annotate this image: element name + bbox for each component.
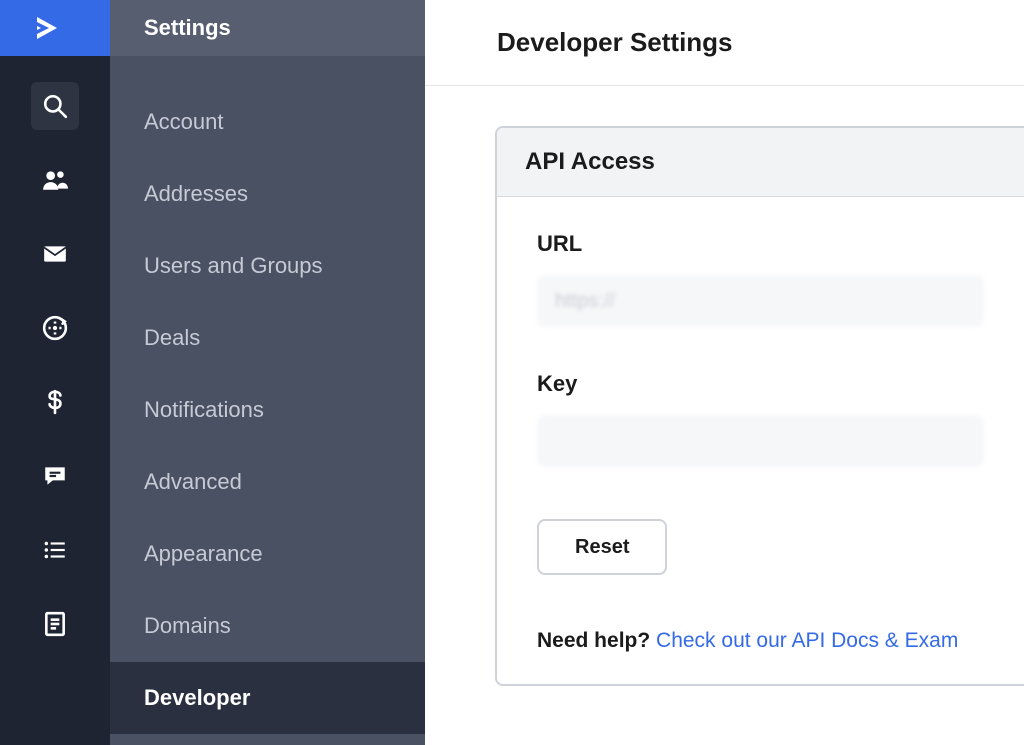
dollar-icon[interactable] [31, 378, 79, 426]
api-key-field[interactable] [537, 415, 984, 467]
help-line: Need help? Check out our API Docs & Exam [537, 629, 984, 653]
api-access-panel: API Access URL https:// Key Reset Need h… [495, 126, 1024, 686]
sidebar-item-account[interactable]: Account [110, 86, 425, 158]
sidebar-item-deals[interactable]: Deals [110, 302, 425, 374]
settings-list: Account Addresses Users and Groups Deals… [110, 56, 425, 734]
api-url-field[interactable]: https:// [537, 275, 984, 327]
panel-title: API Access [497, 128, 1024, 197]
key-label: Key [537, 371, 984, 397]
help-prefix: Need help? [537, 629, 650, 652]
mail-icon[interactable] [31, 230, 79, 278]
icon-rail [0, 0, 110, 745]
settings-sidebar: Settings Account Addresses Users and Gro… [110, 0, 425, 745]
sidebar-item-addresses[interactable]: Addresses [110, 158, 425, 230]
panel-wrap: API Access URL https:// Key Reset Need h… [425, 86, 1024, 686]
page-title: Developer Settings [425, 0, 1024, 86]
settings-title: Settings [144, 15, 231, 41]
contacts-icon[interactable] [31, 156, 79, 204]
sidebar-item-domains[interactable]: Domains [110, 590, 425, 662]
reset-button[interactable]: Reset [537, 519, 667, 575]
panel-body: URL https:// Key Reset Need help? Check … [497, 197, 1024, 653]
list-icon[interactable] [31, 526, 79, 574]
sidebar-item-advanced[interactable]: Advanced [110, 446, 425, 518]
main-content: Developer Settings API Access URL https:… [425, 0, 1024, 745]
url-label: URL [537, 231, 984, 257]
automation-gear-icon[interactable] [31, 304, 79, 352]
brand-logo[interactable] [0, 0, 110, 56]
sidebar-item-appearance[interactable]: Appearance [110, 518, 425, 590]
help-link[interactable]: Check out our API Docs & Exam [656, 629, 958, 652]
chat-icon[interactable] [31, 452, 79, 500]
settings-header: Settings [110, 0, 425, 56]
sidebar-item-users-and-groups[interactable]: Users and Groups [110, 230, 425, 302]
document-icon[interactable] [31, 600, 79, 648]
sidebar-item-notifications[interactable]: Notifications [110, 374, 425, 446]
brand-chevron-icon [35, 13, 75, 43]
sidebar-item-developer[interactable]: Developer [110, 662, 425, 734]
search-icon[interactable] [31, 82, 79, 130]
